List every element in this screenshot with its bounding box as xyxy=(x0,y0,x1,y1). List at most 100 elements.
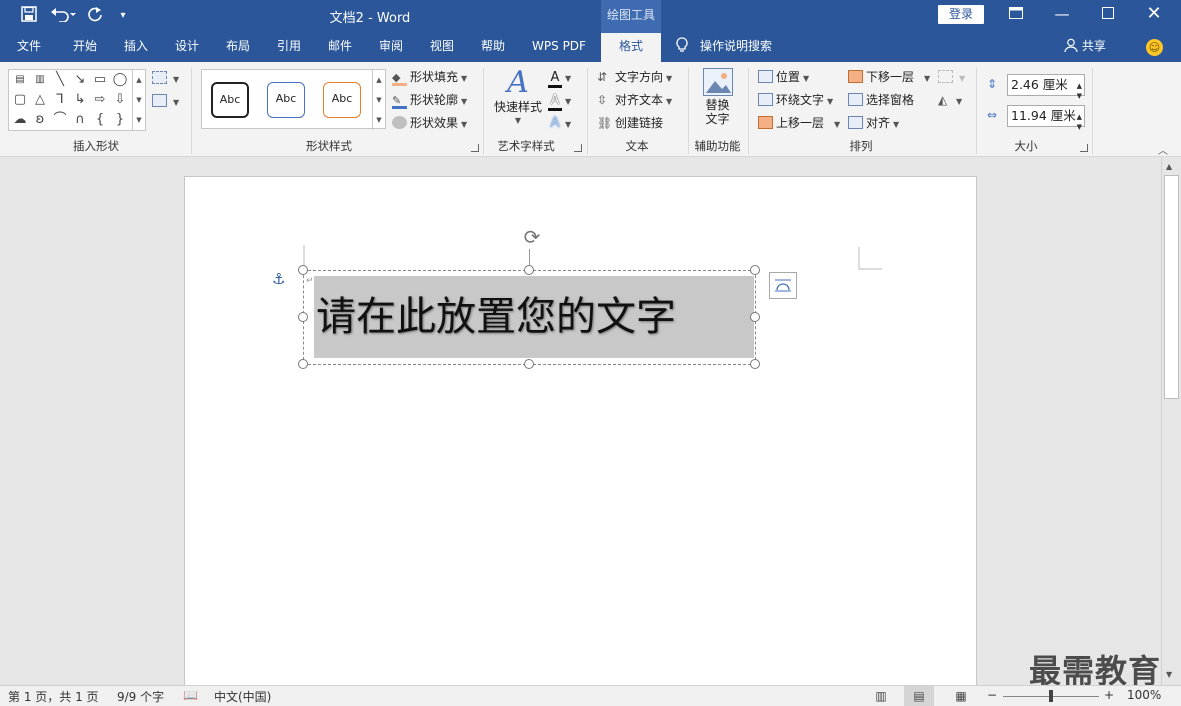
shape-style-preview[interactable]: Abc xyxy=(323,82,361,118)
ribbon-display-options-icon[interactable] xyxy=(993,0,1039,30)
print-layout-icon[interactable]: ▤ xyxy=(904,686,934,706)
tab-layout[interactable]: 布局 xyxy=(215,33,261,62)
alt-text-button[interactable]: 替换 文字 xyxy=(695,68,740,126)
tab-home[interactable]: 开始 xyxy=(62,33,108,62)
maximize-icon[interactable] xyxy=(1085,0,1131,30)
gallery-more-icon[interactable]: ▼ xyxy=(372,110,385,130)
login-button[interactable]: 登录 xyxy=(938,5,984,24)
zoom-out-button[interactable]: − xyxy=(987,688,997,702)
shapes-gallery[interactable]: ▤ ▥ ╲ ↘ ▭ ◯ ▢ △ ⅂ ↳ ⇨ ⇩ ☁ ʚ ⌒ ∩ { } ▲ ▼ … xyxy=(8,69,146,131)
web-layout-icon[interactable]: ▦ xyxy=(946,686,976,706)
tab-wps-pdf[interactable]: WPS PDF xyxy=(524,33,594,62)
down-arrow-shape-icon[interactable]: ⇩ xyxy=(111,92,129,108)
zoom-in-button[interactable]: + xyxy=(1104,688,1114,702)
scribble-shape-icon[interactable]: ʚ xyxy=(31,112,49,128)
shape-outline-button[interactable]: ✎ 形状轮廓 ▼ xyxy=(392,90,467,110)
scroll-thumb[interactable] xyxy=(1164,175,1179,399)
page-count[interactable]: 第 1 页，共 1 页 xyxy=(8,688,99,705)
word-count[interactable]: 9/9 个字 xyxy=(117,688,164,705)
resize-handle-top-left[interactable] xyxy=(298,265,308,275)
gallery-more-icon[interactable]: ▼ xyxy=(132,110,145,130)
tab-review[interactable]: 审阅 xyxy=(368,33,414,62)
arc-shape-icon[interactable]: ⌒ xyxy=(51,112,69,128)
elbow-arrow-shape-icon[interactable]: ↳ xyxy=(71,92,89,108)
wrap-text-button[interactable]: 环绕文字 ▼ xyxy=(758,90,833,110)
create-link-button[interactable]: ⛓ 创建链接 xyxy=(597,113,663,133)
language-indicator[interactable]: 中文(中国) xyxy=(214,688,271,705)
tab-mailings[interactable]: 邮件 xyxy=(317,33,363,62)
layout-options-button[interactable] xyxy=(769,272,797,299)
tab-help[interactable]: 帮助 xyxy=(470,33,516,62)
minimize-icon[interactable]: — xyxy=(1039,0,1085,30)
text-direction-button[interactable]: ⇵ 文字方向 ▼ xyxy=(597,67,672,87)
scroll-down-icon[interactable]: ▼ xyxy=(1166,670,1172,679)
arrow-line-shape-icon[interactable]: ↘ xyxy=(71,72,89,88)
vertical-textbox-shape-icon[interactable]: ▥ xyxy=(31,72,49,88)
rectangle-shape-icon[interactable]: ▭ xyxy=(91,72,109,88)
tab-design[interactable]: 设计 xyxy=(164,33,210,62)
undo-icon[interactable] xyxy=(48,6,78,26)
save-icon[interactable] xyxy=(18,6,40,26)
gallery-up-icon[interactable]: ▲ xyxy=(372,70,385,90)
shape-height-input[interactable]: 2.46 厘米 ▲ ▼ xyxy=(1007,74,1085,100)
spin-down-icon[interactable]: ▼ xyxy=(1077,117,1082,137)
resize-handle-top[interactable] xyxy=(524,265,534,275)
triangle-shape-icon[interactable]: △ xyxy=(31,92,49,108)
text-box-content[interactable]: 请在此放置您的文字 xyxy=(314,276,754,358)
shape-width-input[interactable]: 11.94 厘米 ▲ ▼ xyxy=(1007,105,1085,131)
customize-quick-access-icon[interactable]: ▾ xyxy=(112,6,134,26)
tab-format[interactable]: 格式 xyxy=(601,33,661,62)
tab-view[interactable]: 视图 xyxy=(419,33,465,62)
spin-down-icon[interactable]: ▼ xyxy=(1077,86,1082,106)
right-brace-shape-icon[interactable]: } xyxy=(111,112,129,128)
read-mode-icon[interactable]: ▥ xyxy=(866,686,896,706)
elbow-connector-shape-icon[interactable]: ⅂ xyxy=(51,92,69,108)
shape-effects-button[interactable]: 形状效果 ▼ xyxy=(392,113,467,133)
scroll-up-icon[interactable]: ▲ xyxy=(1166,162,1172,171)
bring-forward-button[interactable]: 上移一层 ▼ xyxy=(758,113,840,133)
rotate-handle-icon[interactable]: ⟳ xyxy=(520,225,544,249)
gallery-down-icon[interactable]: ▼ xyxy=(132,90,145,110)
draw-textbox-button[interactable]: ▼ xyxy=(152,91,179,111)
group-button[interactable]: ▼ xyxy=(938,67,965,87)
resize-handle-right[interactable] xyxy=(750,312,760,322)
feedback-smiley-icon[interactable]: ☺ xyxy=(1146,39,1163,56)
rounded-rectangle-shape-icon[interactable]: ▢ xyxy=(11,92,29,108)
curve-shape-icon[interactable]: ∩ xyxy=(71,112,89,128)
line-shape-icon[interactable]: ╲ xyxy=(51,72,69,88)
position-button[interactable]: 位置 ▼ xyxy=(758,67,809,87)
redo-icon[interactable] xyxy=(84,6,106,26)
textbox-shape-icon[interactable]: ▤ xyxy=(11,72,29,88)
gallery-down-icon[interactable]: ▼ xyxy=(372,90,385,110)
left-brace-shape-icon[interactable]: { xyxy=(91,112,109,128)
resize-handle-bottom-right[interactable] xyxy=(750,359,760,369)
text-fill-button[interactable]: A ▼ xyxy=(548,67,571,88)
align-button[interactable]: 对齐 ▼ xyxy=(848,113,899,133)
wordart-launcher-icon[interactable] xyxy=(574,144,582,152)
edit-shape-button[interactable]: ▼ xyxy=(152,68,179,88)
text-effects-button[interactable]: A ▼ xyxy=(548,113,571,133)
tab-file[interactable]: 文件 xyxy=(8,33,50,62)
shape-styles-gallery[interactable]: Abc Abc Abc ▲ ▼ ▼ xyxy=(201,69,386,130)
document-canvas[interactable] xyxy=(0,158,1161,696)
oval-shape-icon[interactable]: ◯ xyxy=(111,72,129,88)
tell-me-search[interactable]: 操作说明搜索 xyxy=(676,33,772,62)
resize-handle-bottom-left[interactable] xyxy=(298,359,308,369)
rotate-button[interactable]: ◭ ▼ xyxy=(938,90,962,110)
resize-handle-top-right[interactable] xyxy=(750,265,760,275)
freeform-shape-icon[interactable]: ☁ xyxy=(11,112,29,128)
zoom-slider-thumb[interactable] xyxy=(1049,690,1053,702)
selection-pane-button[interactable]: 选择窗格 xyxy=(848,90,914,110)
zoom-level[interactable]: 100% xyxy=(1127,688,1161,702)
text-outline-button[interactable]: A ▼ xyxy=(548,90,571,111)
quick-styles-button[interactable]: A 快速样式 ▼ xyxy=(490,66,546,128)
resize-handle-bottom[interactable] xyxy=(524,359,534,369)
shape-styles-launcher-icon[interactable] xyxy=(471,144,479,152)
shape-fill-button[interactable]: ◆ 形状填充 ▼ xyxy=(392,67,467,87)
size-launcher-icon[interactable] xyxy=(1080,144,1088,152)
send-backward-button[interactable]: 下移一层 ▼ xyxy=(848,67,930,87)
anchor-icon[interactable]: ⚓ xyxy=(272,270,285,288)
close-icon[interactable]: ✕ xyxy=(1131,0,1177,30)
shape-style-preview[interactable]: Abc xyxy=(267,82,305,118)
right-arrow-shape-icon[interactable]: ⇨ xyxy=(91,92,109,108)
